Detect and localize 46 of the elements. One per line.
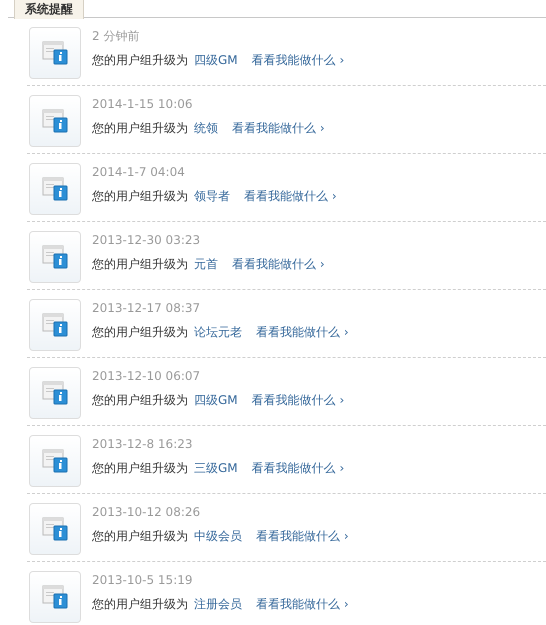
notice-message: 您的用户组升级为 <box>92 528 188 544</box>
abilities-link[interactable]: 看看我能做什么 › <box>256 528 349 544</box>
group-link[interactable]: 三级GM <box>194 460 238 476</box>
notice-message: 您的用户组升级为 <box>92 120 188 136</box>
info-window-icon <box>42 41 68 65</box>
info-window-icon <box>42 585 68 609</box>
abilities-link[interactable]: 看看我能做什么 › <box>244 188 337 204</box>
abilities-link[interactable]: 看看我能做什么 › <box>232 120 325 136</box>
abilities-link[interactable]: 看看我能做什么 › <box>256 324 349 340</box>
group-link[interactable]: 四级GM <box>194 392 238 408</box>
notice-time: 2 分钟前 <box>92 28 140 44</box>
group-link[interactable]: 统领 <box>194 120 218 136</box>
notice-message: 您的用户组升级为 <box>92 324 188 340</box>
abilities-link[interactable]: 看看我能做什么 › <box>252 52 344 68</box>
notice-message: 您的用户组升级为 <box>92 52 188 68</box>
info-window-icon <box>42 449 68 473</box>
info-window-icon <box>42 245 68 269</box>
info-window-icon <box>42 313 68 337</box>
info-window-icon <box>42 109 68 133</box>
notice-message: 您的用户组升级为 <box>92 460 188 476</box>
abilities-link[interactable]: 看看我能做什么 › <box>256 596 349 612</box>
group-link[interactable]: 四级GM <box>194 52 238 68</box>
notice-message: 您的用户组升级为 <box>92 596 188 612</box>
info-window-icon <box>42 381 68 405</box>
abilities-link[interactable]: 看看我能做什么 › <box>232 256 325 272</box>
notice-time: 2014-1-15 10:06 <box>92 96 194 112</box>
info-window-icon <box>42 177 68 201</box>
group-link[interactable]: 领导者 <box>194 188 230 204</box>
abilities-link[interactable]: 看看我能做什么 › <box>252 392 344 408</box>
info-window-icon <box>42 517 68 541</box>
tab[interactable]: 系统提醒 <box>14 0 84 19</box>
notice-time: 2013-12-17 08:37 <box>92 300 202 316</box>
group-link[interactable]: 注册会员 <box>194 596 242 612</box>
notice-message: 您的用户组升级为 <box>92 256 188 272</box>
notice-time: 2013-12-30 03:23 <box>92 232 202 248</box>
group-link[interactable]: 元首 <box>194 256 218 272</box>
notice-time: 2013-10-5 15:19 <box>92 572 194 588</box>
group-link[interactable]: 论坛元老 <box>194 324 242 340</box>
notice-time: 2013-12-8 16:23 <box>92 436 194 452</box>
notice-time: 2014-1-7 04:04 <box>92 164 186 180</box>
notice-message: 您的用户组升级为 <box>92 392 188 408</box>
group-link[interactable]: 中级会员 <box>194 528 242 544</box>
notice-message: 您的用户组升级为 <box>92 188 188 204</box>
abilities-link[interactable]: 看看我能做什么 › <box>252 460 344 476</box>
notice-time: 2013-10-12 08:26 <box>92 504 202 520</box>
notice-time: 2013-12-10 06:07 <box>92 368 202 384</box>
